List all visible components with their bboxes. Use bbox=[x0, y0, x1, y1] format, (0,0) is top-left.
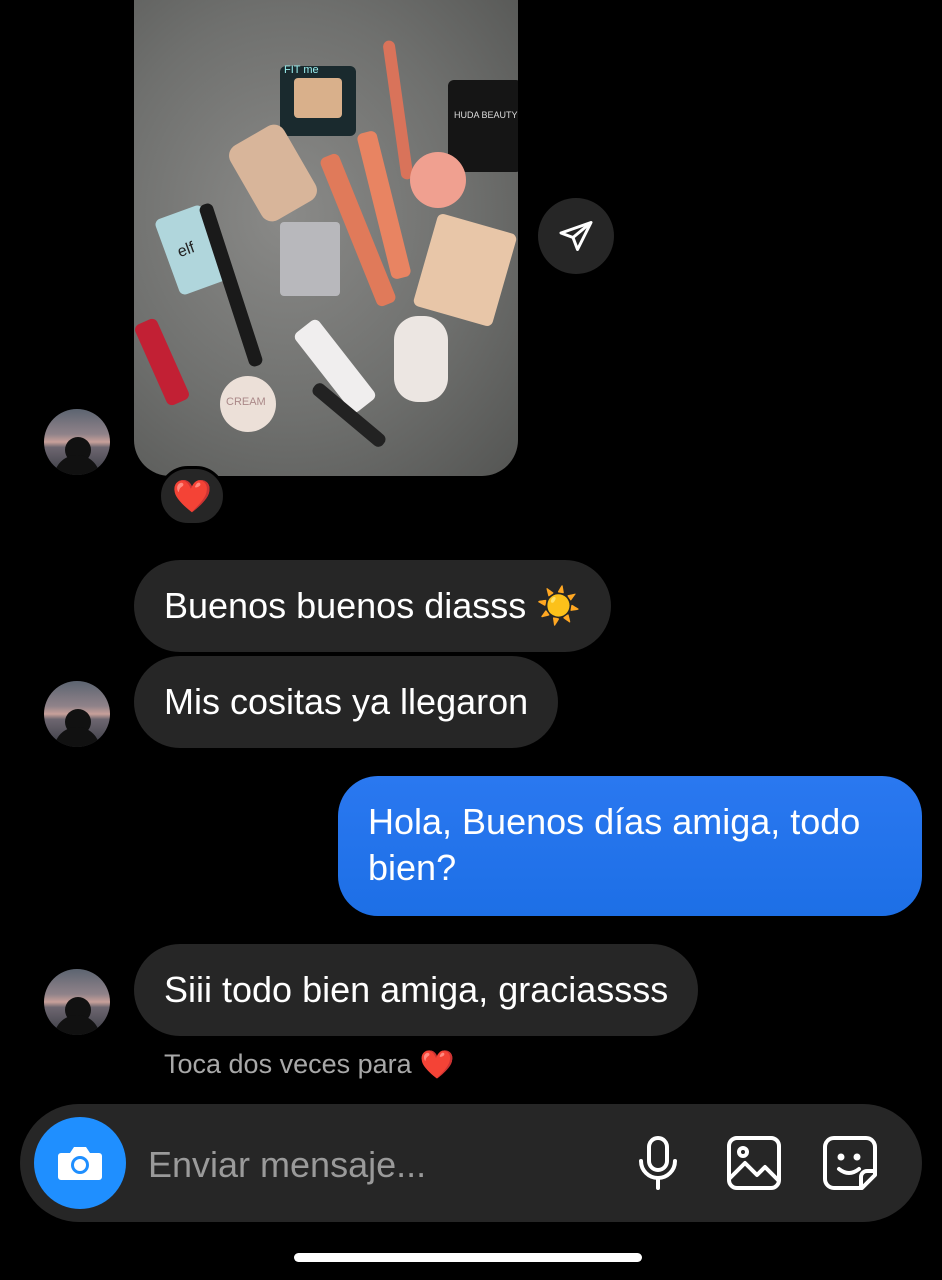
gallery-button[interactable] bbox=[722, 1131, 786, 1195]
foundation-compact: FIT me bbox=[280, 64, 356, 136]
camera-icon bbox=[58, 1147, 102, 1180]
sticker-icon bbox=[823, 1136, 877, 1190]
foot-sponge bbox=[394, 316, 448, 402]
foundation-bottle bbox=[224, 120, 322, 226]
home-indicator[interactable] bbox=[294, 1253, 642, 1262]
send-icon bbox=[559, 221, 593, 251]
hint-text: Toca dos veces para bbox=[164, 1049, 412, 1079]
compact-label: FIT me bbox=[284, 64, 319, 76]
sent-message[interactable]: Hola, Buenos días amiga, todo bien? bbox=[338, 776, 922, 916]
camera-button[interactable] bbox=[34, 1117, 126, 1209]
avatar[interactable] bbox=[44, 969, 110, 1035]
brush-long bbox=[382, 39, 414, 181]
received-message[interactable]: Buenos buenos diasss ☀️ bbox=[134, 560, 612, 652]
microphone-button[interactable] bbox=[626, 1131, 690, 1195]
blush-compact: CREAM bbox=[220, 376, 276, 432]
microphone-icon bbox=[639, 1136, 677, 1190]
double-tap-hint: Toca dos veces para ❤️ bbox=[164, 1048, 455, 1081]
message-text: Mis cositas ya llegaron bbox=[164, 681, 529, 722]
powder-label: HUDA BEAUTY bbox=[454, 110, 518, 120]
avatar[interactable] bbox=[44, 409, 110, 475]
heart-icon: ❤️ bbox=[172, 478, 212, 514]
share-button[interactable] bbox=[538, 198, 614, 274]
message-text: Buenos buenos diasss ☀️ bbox=[164, 585, 582, 626]
message-text: Siii todo bien amiga, graciassss bbox=[164, 969, 669, 1010]
sponge bbox=[410, 152, 466, 208]
heart-icon: ❤️ bbox=[419, 1049, 455, 1080]
gallery-icon bbox=[727, 1136, 781, 1190]
message-text: Hola, Buenos días amiga, todo bien? bbox=[368, 801, 861, 888]
received-message[interactable]: Siii todo bien amiga, graciassss bbox=[134, 944, 699, 1036]
sticker-button[interactable] bbox=[818, 1131, 882, 1195]
blush-label: CREAM bbox=[226, 396, 266, 408]
primer-label: elf bbox=[175, 239, 198, 262]
received-message[interactable]: Mis cositas ya llegaron bbox=[134, 656, 559, 748]
shared-photo[interactable]: FIT me HUDA BEAUTY elf CREAM bbox=[134, 0, 518, 476]
lipsticks bbox=[280, 222, 340, 296]
message-composer bbox=[20, 1104, 922, 1222]
avatar[interactable] bbox=[44, 681, 110, 747]
red-lip-tint bbox=[134, 316, 191, 408]
powder-box: HUDA BEAUTY bbox=[448, 80, 518, 172]
sticker-sheet bbox=[412, 212, 518, 328]
heart-reaction[interactable]: ❤️ bbox=[158, 466, 226, 526]
message-input[interactable] bbox=[146, 1136, 620, 1194]
